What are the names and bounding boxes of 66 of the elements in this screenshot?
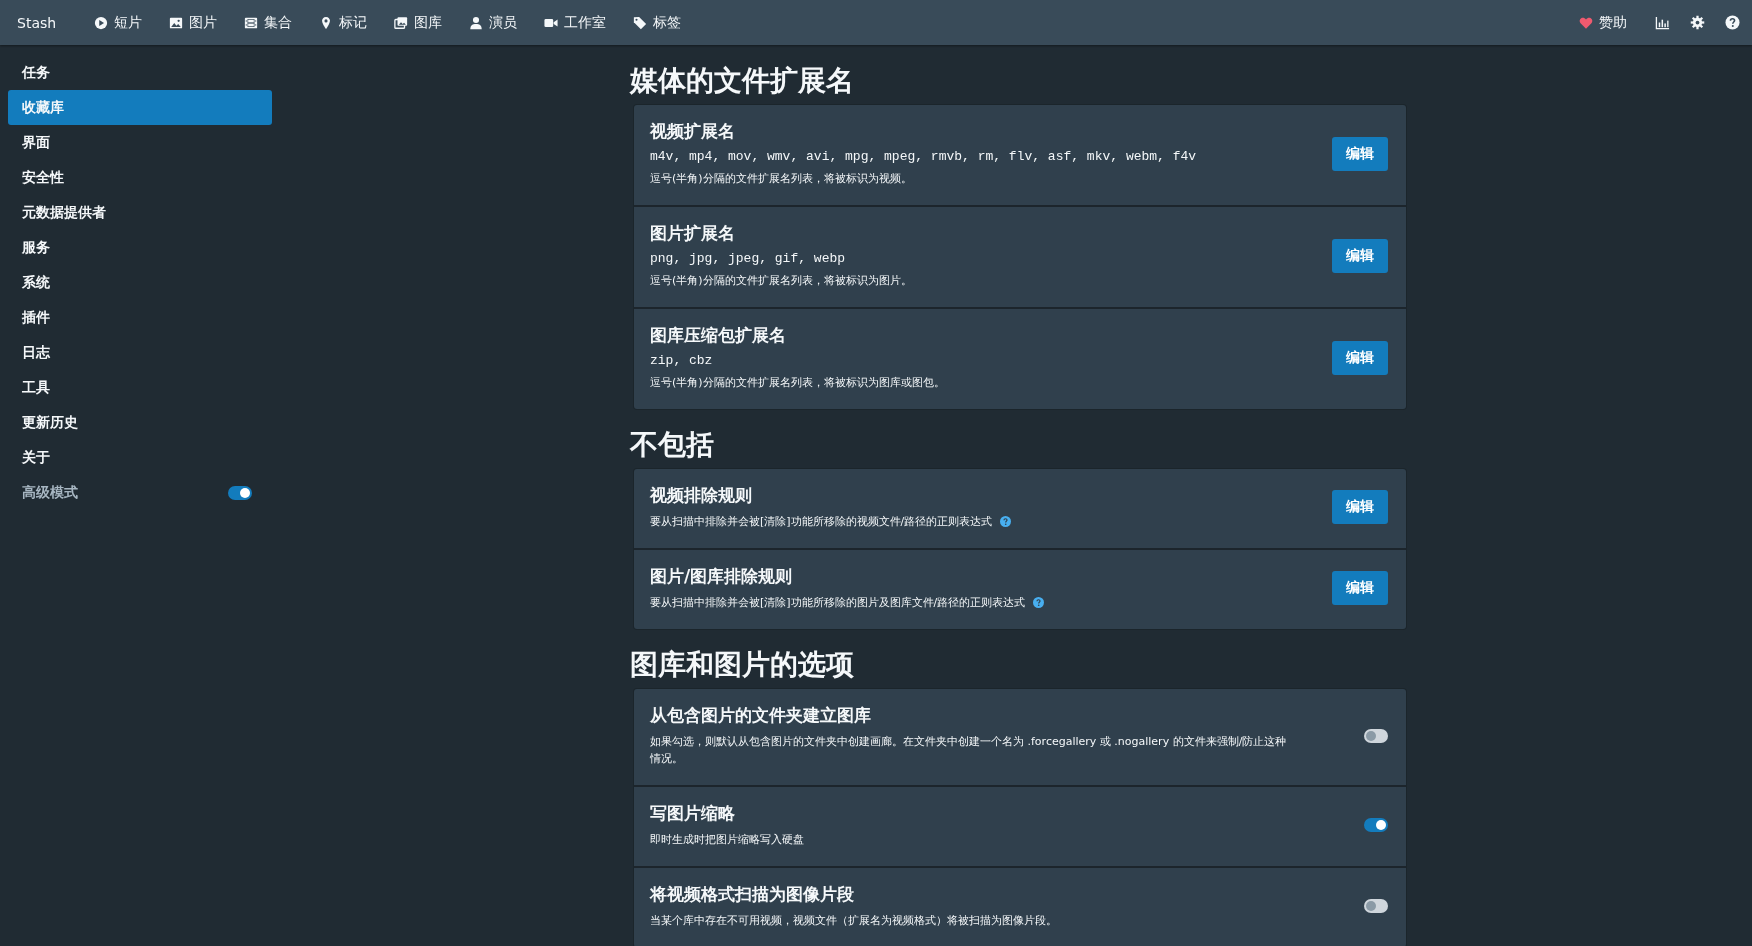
nav-link[interactable]: 短片 [84,13,153,32]
settings-icon[interactable] [1690,15,1705,30]
image-icon [169,15,184,30]
advanced-mode-switch[interactable] [228,485,252,500]
tag-icon [633,15,648,30]
setting-description: 即时生成时把图片缩略写入硬盘 [650,832,804,848]
setting-title: 从包含图片的文件夹建立图库 [650,704,872,727]
sidebar-item[interactable]: 界面 [8,125,272,160]
help-icon[interactable] [1000,516,1012,527]
setting-description: 要从扫描中排除并会被[清除]功能所移除的视频文件/路径的正则表达式 [650,514,993,530]
brand-link[interactable]: Stash [17,14,57,31]
nav-link[interactable]: 集合 [234,13,303,32]
setting-title: 图片/图库排除规则 [650,565,794,588]
edit-button[interactable]: 编辑 [1332,571,1388,605]
nav-link[interactable]: 图库 [384,13,453,32]
nav-link[interactable]: 图片 [159,13,228,32]
sidebar-item[interactable]: 插件 [8,300,272,335]
setting-description: 逗号(半角)分隔的文件扩展名列表，将被标识为视频。 [650,171,912,187]
nav-link[interactable]: 标签 [623,13,692,32]
play-icon [94,15,109,30]
section-heading: 媒体的文件扩展名 [630,63,855,99]
setting-description: 逗号(半角)分隔的文件扩展名列表，将被标识为图片。 [650,273,912,289]
setting-title: 写图片缩略 [650,802,736,825]
setting-title: 图片扩展名 [650,222,736,245]
sidebar-item[interactable]: 更新历史 [8,405,272,440]
setting-value: m4v, mp4, mov, wmv, avi, mpg, mpeg, rmvb, rm, flv, asf, mkv, webm, f4v [650,149,1197,164]
sidebar-item[interactable]: 收藏库 [8,90,272,125]
sidebar-item[interactable]: 系统 [8,265,272,300]
edit-button[interactable]: 编辑 [1332,238,1388,273]
help-icon[interactable] [1033,597,1045,608]
sidebar-item[interactable]: 元数据提供者 [8,195,272,230]
help-icon[interactable] [1725,15,1740,30]
setting-value: zip, cbz [650,353,714,368]
sidebar-item[interactable]: 日志 [8,335,272,370]
edit-button[interactable]: 编辑 [1332,490,1388,524]
section-heading: 不包括 [630,427,715,463]
setting-description: 逗号(半角)分隔的文件扩展名列表，将被标识为图库或图包。 [650,375,945,391]
setting-value: png, jpg, jpeg, gif, webp [650,251,847,266]
edit-button[interactable]: 编辑 [1332,136,1388,171]
setting-title: 视频排除规则 [650,484,753,507]
edit-button[interactable]: 编辑 [1332,340,1388,375]
images-icon [394,15,409,30]
film-icon [244,15,259,30]
sidebar-item[interactable]: 工具 [8,370,272,405]
sidebar-item[interactable]: 任务 [8,55,272,90]
nav-link[interactable]: 演员 [459,13,528,32]
nav-link[interactable]: 标记 [309,13,378,32]
section-heading: 图库和图片的选项 [630,647,855,683]
donate-link[interactable]: 赞助 [1579,13,1635,32]
toggle-switch[interactable] [1364,728,1388,743]
setting-title: 图库压缩包扩展名 [650,324,787,347]
sidebar-item[interactable]: 安全性 [8,160,272,195]
chart-icon[interactable] [1655,15,1670,30]
setting-title: 将视频格式扫描为图像片段 [650,883,855,906]
nav-link[interactable]: 工作室 [534,13,617,32]
sidebar-item[interactable]: 服务 [8,230,272,265]
advanced-mode-label: 高级模式 [22,483,78,502]
toggle-switch[interactable] [1364,899,1388,913]
setting-description: 要从扫描中排除并会被[清除]功能所移除的图片及图库文件/路径的正则表达式 [650,595,1026,611]
setting-description: 如果勾选，则默认从包含图片的文件夹中创建画廊。在文件夹中创建一个名为 .forcegallery 或 .nogallery 的文件来强制/防止这种情况。 [650,734,1288,767]
user-icon [469,15,484,30]
setting-title: 视频扩展名 [650,120,736,143]
setting-description: 当某个库中存在不可用视频，视频文件（扩展名为视频格式）将被扫描为图像片段。 [650,913,1057,929]
sidebar-item[interactable]: 关于 [8,440,272,475]
heart-icon [1579,15,1593,30]
toggle-switch[interactable] [1364,818,1388,832]
